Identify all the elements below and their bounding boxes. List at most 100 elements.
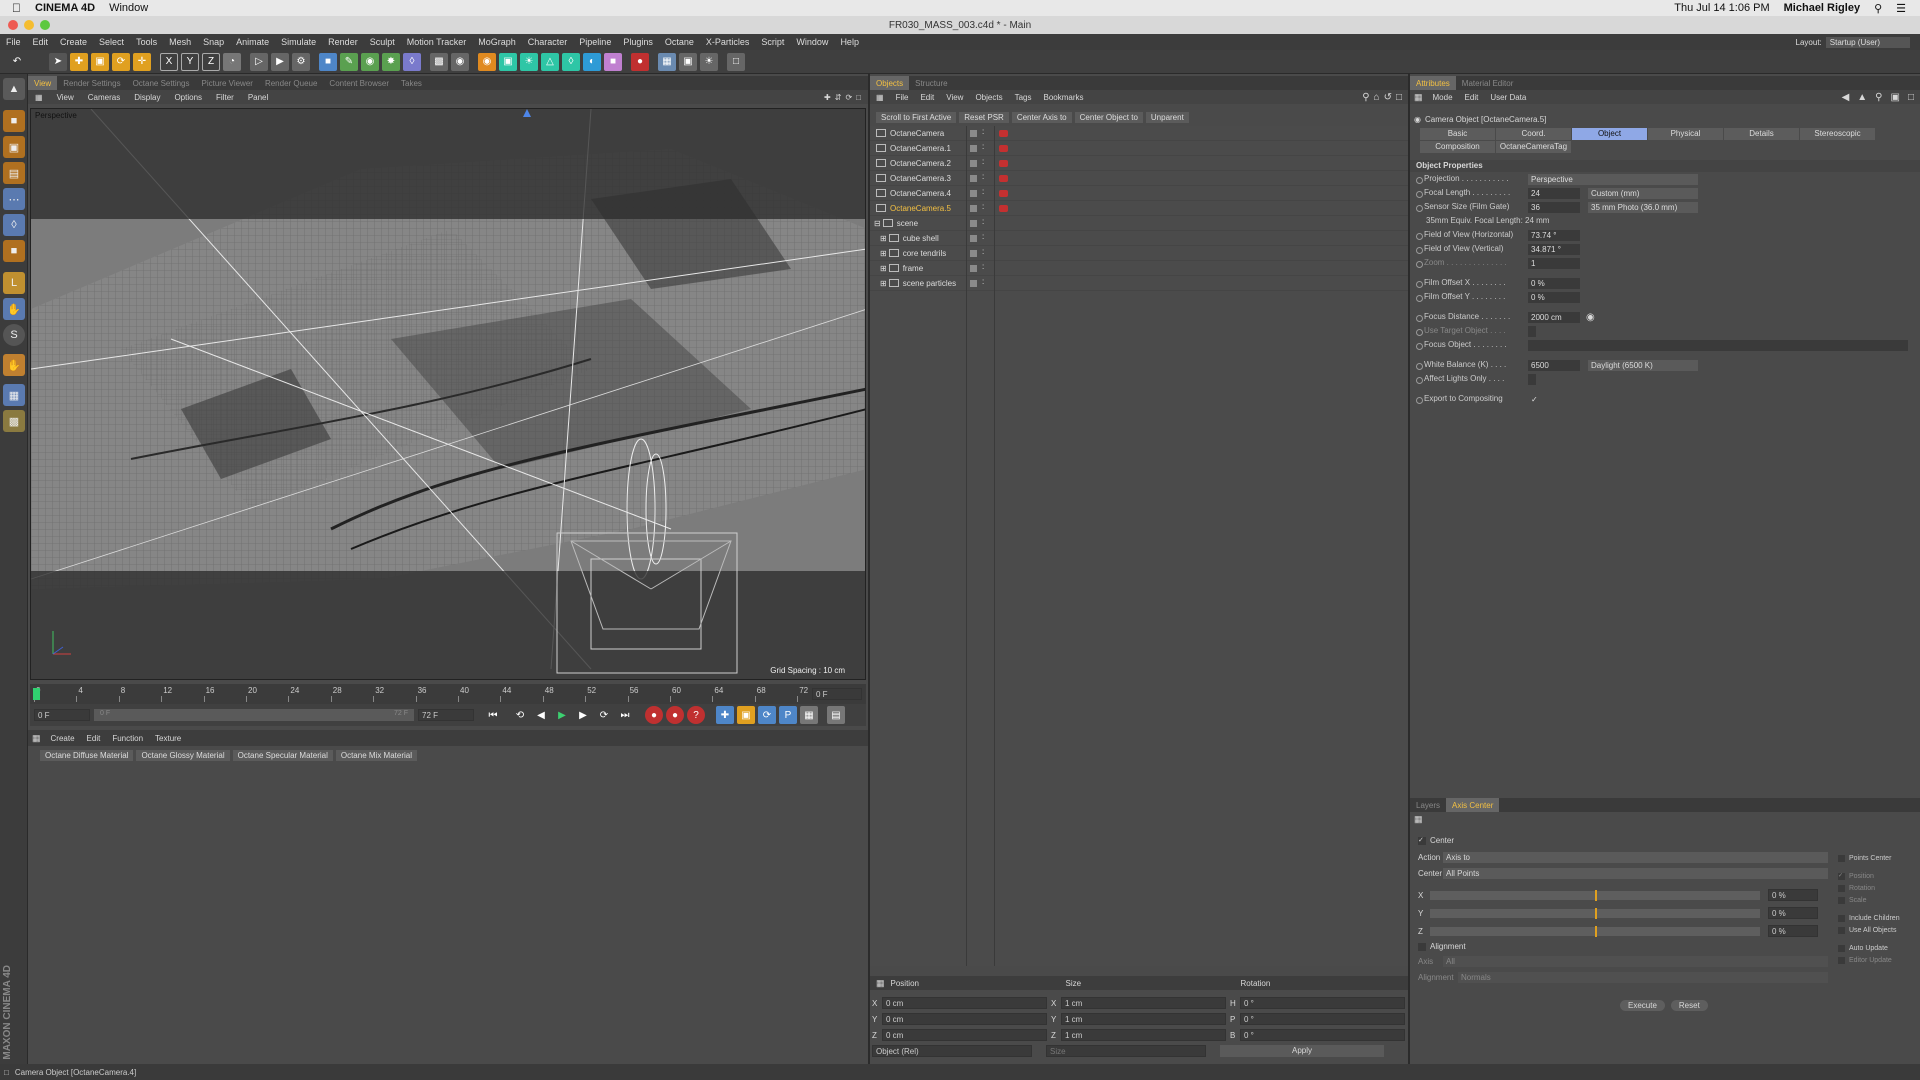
om-button-reset-psr[interactable]: Reset PSR xyxy=(959,111,1009,123)
viewport-menu-display[interactable]: Display xyxy=(127,93,167,102)
option-checkbox[interactable]: ✓ xyxy=(1838,872,1845,880)
alignment-checkbox[interactable] xyxy=(1418,942,1426,951)
axis-select[interactable]: All xyxy=(1443,956,1828,967)
menu-item-file[interactable]: File xyxy=(0,37,27,47)
previous-frame-icon[interactable]: ◀ xyxy=(532,706,550,724)
render-toggle-dots[interactable]: : xyxy=(982,247,984,256)
z-axis-icon[interactable]: Z xyxy=(202,52,220,71)
coordinate-system-icon[interactable]: ◔ xyxy=(223,52,241,71)
next-frame-icon[interactable]: ▶ xyxy=(574,706,592,724)
property-value[interactable]: 24 xyxy=(1528,188,1580,199)
object-name[interactable]: scene xyxy=(897,219,977,228)
key-rotation-icon[interactable]: ⟳ xyxy=(758,706,776,724)
next-key-icon[interactable]: ⟳ xyxy=(595,706,613,724)
animation-dot[interactable] xyxy=(1416,191,1423,198)
material-button-octane-mix-material[interactable]: Octane Mix Material xyxy=(335,749,417,761)
record-active-icon[interactable]: ● xyxy=(645,706,663,724)
axis-tab-axis-center[interactable]: Axis Center xyxy=(1446,798,1500,812)
option-checkbox[interactable] xyxy=(1838,914,1845,922)
axis-option[interactable]: Rotation xyxy=(1838,882,1918,894)
alignment-select[interactable]: Normals xyxy=(1458,972,1828,983)
make-editable-icon[interactable]: ▲ xyxy=(3,78,25,100)
end-frame-field[interactable]: 72 F xyxy=(418,709,474,721)
animation-dot[interactable] xyxy=(1416,315,1423,322)
property-value[interactable]: 2000 cm xyxy=(1528,312,1580,323)
viewport-grid-icon[interactable]: ▦ xyxy=(28,93,50,102)
tree-expand-icon[interactable]: ⊞ xyxy=(880,234,887,243)
list-icon[interactable]: ☰ xyxy=(1896,2,1906,15)
key-point-level-icon[interactable]: ▦ xyxy=(800,706,818,724)
property-value[interactable]: 6500 xyxy=(1528,360,1580,371)
visibility-checkbox[interactable] xyxy=(970,130,977,137)
picker-icon[interactable]: ◉ xyxy=(1586,312,1595,323)
y-axis-icon[interactable]: Y xyxy=(181,52,199,71)
viewport-tab-picture-viewer[interactable]: Picture Viewer xyxy=(196,76,259,90)
menu-item-character[interactable]: Character xyxy=(522,37,574,47)
octane-camera-tag-icon[interactable] xyxy=(999,175,1008,182)
tree-collapse-icon[interactable]: ⊟ xyxy=(874,219,881,228)
material-menu-create[interactable]: Create xyxy=(45,734,81,743)
deformer-icon[interactable]: ◊ xyxy=(403,52,421,71)
object-name[interactable]: OctaneCamera.2 xyxy=(890,159,970,168)
attr-menu-edit[interactable]: Edit xyxy=(1459,93,1485,102)
animation-dot[interactable] xyxy=(1416,363,1423,370)
user-name[interactable]: Michael Rigley xyxy=(1784,2,1860,14)
back-icon[interactable]: ↺ xyxy=(1384,92,1392,103)
coord-mode-select[interactable]: Object (Rel) xyxy=(872,1045,1032,1057)
menu-item-sculpt[interactable]: Sculpt xyxy=(364,37,401,47)
render-toggle-dots[interactable]: : xyxy=(982,142,984,151)
minimize-window-button[interactable] xyxy=(24,20,34,30)
move-icon[interactable]: ✚ xyxy=(70,52,88,71)
render-view-icon[interactable]: ▷ xyxy=(250,52,268,71)
om-menu-tags[interactable]: Tags xyxy=(1009,93,1038,102)
presentation-icon[interactable]: □ xyxy=(727,52,745,71)
menu-item-edit[interactable]: Edit xyxy=(27,37,55,47)
property-dropdown[interactable]: Daylight (6500 K) xyxy=(1588,360,1698,371)
octane-texture-icon[interactable]: ◐ xyxy=(583,52,601,71)
transform-icon[interactable]: ✛ xyxy=(133,52,151,71)
x-axis-icon[interactable]: X xyxy=(160,52,178,71)
visibility-checkbox[interactable] xyxy=(970,280,977,287)
property-value[interactable]: 34.871 ° xyxy=(1528,244,1580,255)
object-row[interactable]: OctaneCamera.2: xyxy=(870,156,1408,171)
object-name[interactable]: OctaneCamera.3 xyxy=(890,174,970,183)
animation-dot[interactable] xyxy=(1416,329,1423,336)
octane-live-viewer-icon[interactable]: ◉ xyxy=(478,52,496,71)
scale-icon[interactable]: ▣ xyxy=(91,52,109,71)
cube-icon[interactable]: ■ xyxy=(319,52,337,71)
attr-page-basic[interactable]: Basic xyxy=(1420,128,1495,140)
option-checkbox[interactable] xyxy=(1838,944,1845,952)
attr-menu-mode[interactable]: Mode xyxy=(1427,93,1459,102)
coord-grid-icon[interactable]: ▦ xyxy=(876,978,885,989)
attr-page-stereoscopic[interactable]: Stereoscopic xyxy=(1800,128,1875,140)
object-name[interactable]: OctaneCamera.5 xyxy=(890,204,970,213)
om-tab-objects[interactable]: Objects xyxy=(870,76,910,90)
alignment-row[interactable]: Alignment xyxy=(1418,942,1466,951)
material-button-octane-glossy-material[interactable]: Octane Glossy Material xyxy=(136,749,230,761)
subdivision-icon[interactable]: ◉ xyxy=(361,52,379,71)
object-row[interactable]: OctaneCamera.5: xyxy=(870,201,1408,216)
go-to-start-icon[interactable]: ⏮ xyxy=(484,706,502,724)
toggle-view-icon[interactable]: □ xyxy=(856,93,861,102)
go-to-end-icon[interactable]: ⏭ xyxy=(616,706,634,724)
animation-dot[interactable] xyxy=(1416,397,1423,404)
live-select-icon[interactable]: ➤ xyxy=(49,52,67,71)
axis-option[interactable]: Use All Objects xyxy=(1838,924,1918,936)
action-select[interactable]: Axis to xyxy=(1443,852,1828,863)
camera-icon[interactable]: ◉ xyxy=(451,52,469,71)
material-button-octane-specular-material[interactable]: Octane Specular Material xyxy=(232,749,333,761)
viewport-menu-panel[interactable]: Panel xyxy=(241,93,275,102)
range-slider[interactable]: 0 F 72 F xyxy=(94,709,414,721)
slider-thumb[interactable] xyxy=(1595,907,1597,919)
menu-item-tools[interactable]: Tools xyxy=(130,37,163,47)
menu-item-help[interactable]: Help xyxy=(834,37,865,47)
slider-thumb[interactable] xyxy=(1595,925,1597,937)
render-toggle-dots[interactable]: : xyxy=(982,157,984,166)
object-row[interactable]: ⊞ scene particles: xyxy=(870,276,1408,291)
execute-button[interactable]: Execute xyxy=(1620,1000,1665,1011)
slider-value-field[interactable]: 0 % xyxy=(1768,907,1818,919)
search-icon[interactable]: ⚲ xyxy=(1874,2,1882,15)
viewport-tab-content-browser[interactable]: Content Browser xyxy=(323,76,395,90)
viewport-tab-octane-settings[interactable]: Octane Settings xyxy=(127,76,196,90)
object-row[interactable]: ⊞ core tendrils: xyxy=(870,246,1408,261)
